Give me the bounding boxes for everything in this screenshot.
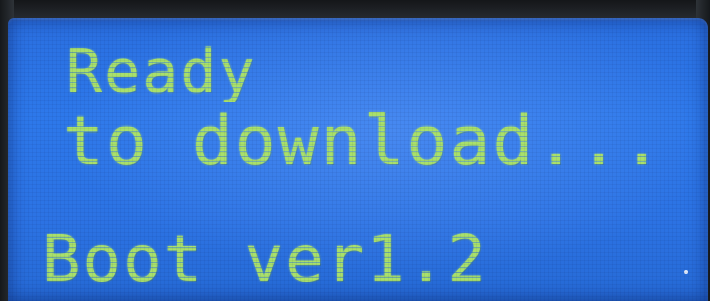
lcd-screen: Ready to download... Boot ver1.2: [8, 18, 708, 301]
lcd-line-download-status: to download...: [63, 102, 665, 181]
device-photo: Ready to download... Boot ver1.2: [0, 0, 710, 301]
screen-glare: [684, 270, 688, 274]
lcd-line-boot-version: Boot ver1.2: [42, 223, 488, 297]
lcd-line-ready: Ready: [66, 37, 257, 107]
